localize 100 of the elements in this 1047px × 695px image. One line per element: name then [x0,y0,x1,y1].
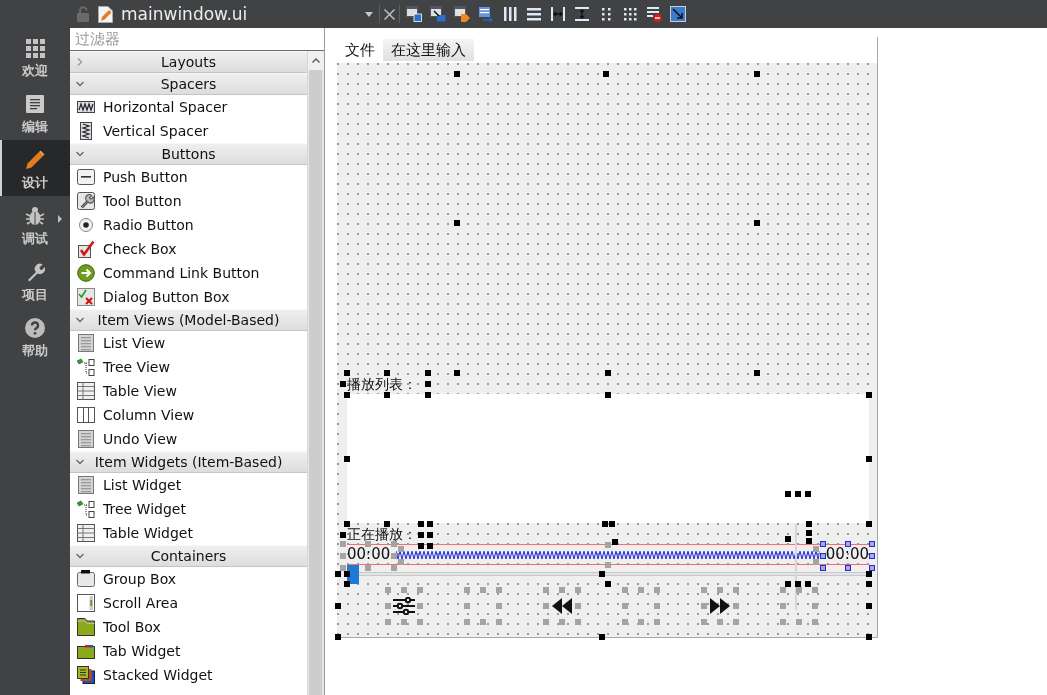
category-header[interactable]: Item Widgets (Item-Based) [70,451,307,473]
mode-button[interactable]: 帮助 [0,308,70,364]
close-icon[interactable] [384,8,395,20]
widget-item[interactable]: Table View [70,379,307,403]
selection-handle[interactable] [575,603,581,609]
sliders-icon[interactable] [392,597,415,615]
window-square-icon[interactable] [406,6,422,22]
menu-item[interactable]: 文件 [345,40,375,60]
group-box-icon[interactable] [77,570,95,588]
scroll-area-icon[interactable] [77,594,95,612]
mode-button[interactable]: 设计 [0,140,70,196]
selection-handle[interactable] [654,619,660,625]
selection-handle[interactable] [365,565,371,571]
selection-handle[interactable] [866,634,872,640]
widget-item[interactable]: Command Link Button [70,261,307,285]
selection-handle[interactable] [454,370,460,376]
widget-item[interactable]: Undo View [70,427,307,451]
category-header[interactable]: Layouts [70,51,307,73]
selection-handle[interactable] [335,603,341,609]
selection-handle[interactable] [464,619,470,625]
selection-handle[interactable] [701,587,707,593]
widget-item[interactable]: Horizontal Spacer [70,95,307,119]
selection-handle[interactable] [717,587,723,593]
selection-handle[interactable] [464,603,470,609]
radio-button-icon[interactable] [77,216,95,234]
category-header[interactable]: Spacers [70,73,307,95]
list-icon[interactable] [77,430,95,448]
selection-handle[interactable] [480,619,486,625]
widget-item[interactable]: Scroll Area [70,591,307,615]
selection-handle[interactable] [754,370,760,376]
list-icon[interactable] [77,334,95,352]
selection-handle[interactable] [717,619,723,625]
widget-item[interactable]: List View [70,331,307,355]
selection-handle[interactable] [638,619,644,625]
dropdown-caret-icon[interactable] [365,11,373,17]
scroll-up-icon[interactable] [312,58,320,63]
selection-handle[interactable] [417,587,423,593]
widget-item[interactable]: Tool Button [70,189,307,213]
wrench-button-icon[interactable] [77,192,95,210]
tab-widget-icon[interactable] [77,642,95,660]
selection-handle[interactable] [401,587,407,593]
selection-handle[interactable] [866,392,872,398]
window-arrow-icon[interactable] [430,6,446,22]
mode-button[interactable]: 欢迎 [0,28,70,84]
stacked-pages-icon[interactable] [77,666,95,684]
widget-item[interactable]: Tab Widget [70,639,307,663]
selection-handle[interactable] [796,619,802,625]
selection-handle[interactable] [605,370,611,376]
columns-icon[interactable] [502,6,518,22]
selection-handle[interactable] [575,619,581,625]
document-name[interactable]: mainwindow.ui [121,4,365,24]
selection-handle[interactable] [384,392,390,398]
columns-icon[interactable] [77,406,95,424]
selection-handle[interactable] [812,619,818,625]
widget-item[interactable]: Stacked Widget [70,663,307,687]
widget-item[interactable]: Tree Widget [70,497,307,521]
selection-handle[interactable] [496,587,502,593]
selection-handle[interactable] [575,587,581,593]
widget-item[interactable]: Column View [70,403,307,427]
mode-button[interactable]: 编辑 [0,84,70,140]
selection-handle[interactable] [733,619,739,625]
selection-handle[interactable] [866,603,872,609]
selection-handle[interactable] [866,456,872,462]
horizontal-split-icon[interactable] [550,6,566,22]
selection-handle[interactable] [385,587,391,593]
selection-handle[interactable] [622,587,628,593]
resize-arrow-icon[interactable] [670,6,686,22]
vertical-spring-icon[interactable] [77,122,95,140]
position-slider[interactable] [347,565,869,584]
selection-handle[interactable] [385,619,391,625]
selection-handle[interactable] [605,392,611,398]
widget-item[interactable]: Tool Box [70,615,307,639]
rows-icon[interactable] [526,6,542,22]
mode-button[interactable]: 项目 [0,252,70,308]
widget-item[interactable]: List Widget [70,473,307,497]
selection-handle[interactable] [417,603,423,609]
widget-item[interactable]: Dialog Button Box [70,285,307,309]
horizontal-spring-icon[interactable] [77,98,95,116]
push-button-icon[interactable] [77,168,95,186]
selection-handle[interactable] [654,603,660,609]
selection-handle[interactable] [780,603,786,609]
selection-handle[interactable] [543,619,549,625]
selection-handle[interactable] [733,603,739,609]
selection-handle[interactable] [543,587,549,593]
selection-handle[interactable] [559,619,565,625]
selection-handle[interactable] [701,603,707,609]
selection-handle[interactable] [866,521,872,527]
vertical-split-icon[interactable] [574,6,590,22]
selection-handle[interactable] [464,587,470,593]
list-icon[interactable] [77,476,95,494]
widget-item[interactable]: Tree View [70,355,307,379]
folder-icon[interactable] [77,618,95,636]
selection-handle[interactable] [496,603,502,609]
widget-item[interactable]: Table Widget [70,521,307,545]
menu-placeholder[interactable]: 在这里输入 [383,39,474,61]
selection-handle[interactable] [603,71,609,77]
checkbox-tick-icon[interactable] [77,240,95,258]
selection-handle[interactable] [733,587,739,593]
table-icon[interactable] [77,524,95,542]
table-icon[interactable] [77,382,95,400]
